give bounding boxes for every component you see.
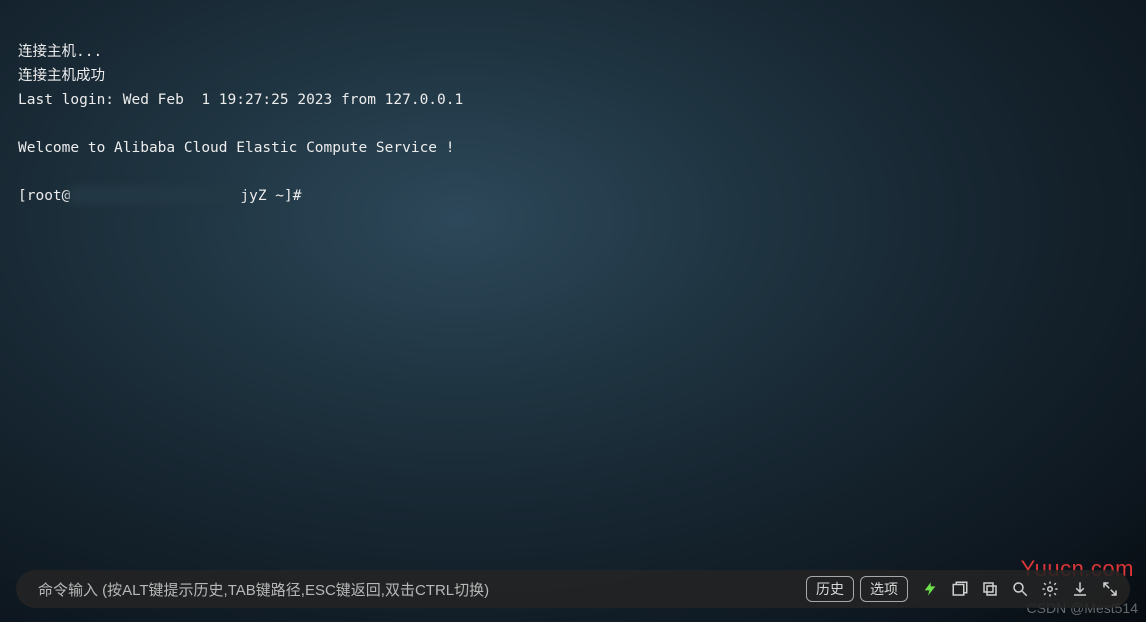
line-connected: 连接主机成功	[18, 68, 105, 84]
line-last-login: Last login: Wed Feb 1 19:27:25 2023 from…	[18, 92, 463, 108]
line-connecting: 连接主机...	[18, 44, 102, 60]
options-button[interactable]: 选项	[860, 576, 908, 602]
search-icon[interactable]	[1010, 579, 1030, 599]
windows-icon[interactable]	[950, 579, 970, 599]
hostname-redacted	[70, 186, 240, 204]
expand-icon[interactable]	[1100, 579, 1120, 599]
command-input-bar[interactable]: 命令输入 (按ALT键提示历史,TAB键路径,ESC键返回,双击CTRL切换) …	[16, 570, 1130, 608]
line-welcome: Welcome to Alibaba Cloud Elastic Compute…	[18, 140, 455, 156]
history-button[interactable]: 历史	[806, 576, 854, 602]
command-input-placeholder[interactable]: 命令输入 (按ALT键提示历史,TAB键路径,ESC键返回,双击CTRL切换)	[38, 579, 800, 600]
download-icon[interactable]	[1070, 579, 1090, 599]
toolbar-icons	[920, 579, 1120, 599]
settings-icon[interactable]	[1040, 579, 1060, 599]
terminal-output: 连接主机... 连接主机成功 Last login: Wed Feb 1 19:…	[0, 0, 1146, 224]
copy-icon[interactable]	[980, 579, 1000, 599]
bolt-icon[interactable]	[920, 579, 940, 599]
line-prompt[interactable]: [root@jyZ ~]#	[18, 188, 310, 204]
